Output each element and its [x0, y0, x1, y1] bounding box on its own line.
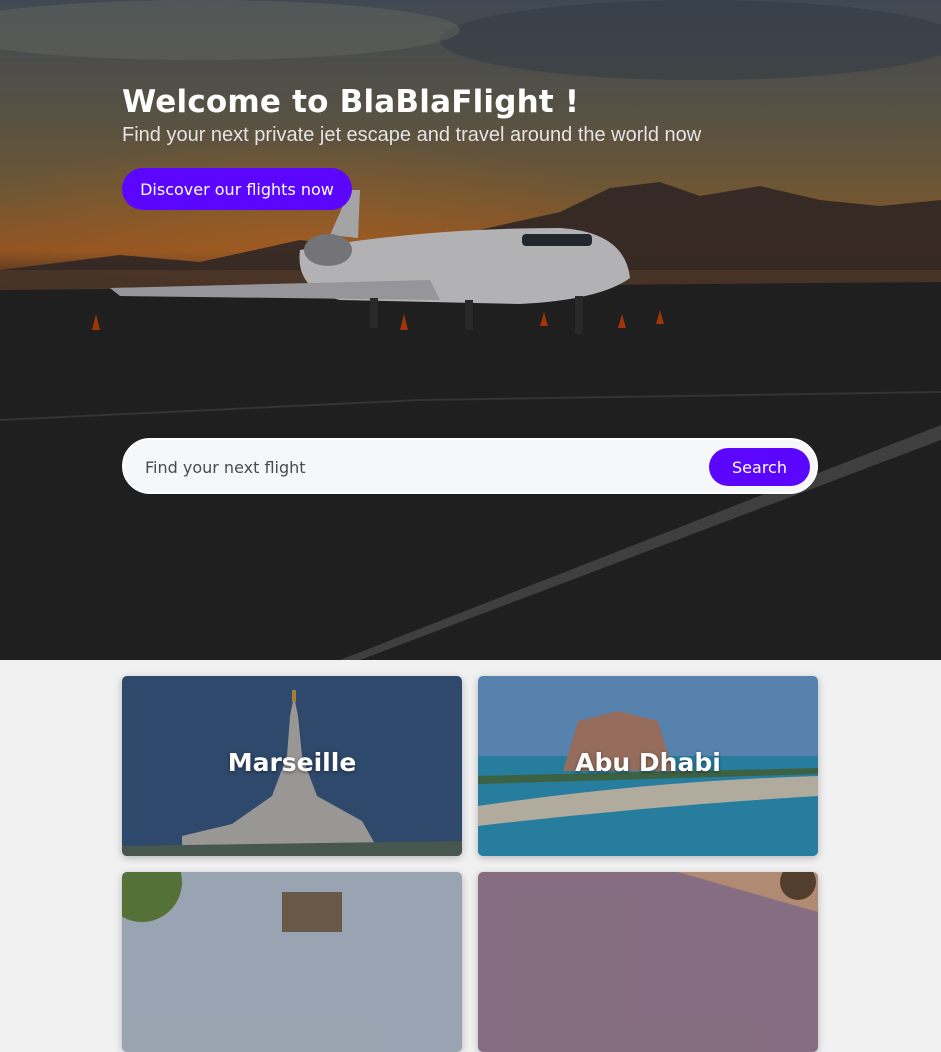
search-bar: Search	[122, 438, 818, 494]
destination-card-abu-dhabi[interactable]: Abu Dhabi	[478, 676, 818, 856]
search-input[interactable]	[143, 451, 707, 483]
card-overlay	[478, 872, 818, 1052]
hero-banner: Welcome to BlaBlaFlight ! Find your next…	[0, 0, 941, 660]
hero-subtitle: Find your next private jet escape and tr…	[122, 124, 702, 146]
discover-flights-button[interactable]: Discover our flights now	[122, 168, 352, 210]
destination-label: Abu Dhabi	[575, 748, 721, 777]
destination-card[interactable]	[122, 872, 462, 1052]
destination-card[interactable]	[478, 872, 818, 1052]
destination-label: Marseille	[227, 748, 357, 777]
hero-title: Welcome to BlaBlaFlight !	[122, 84, 580, 120]
card-overlay	[122, 872, 462, 1052]
destination-card-marseille[interactable]: Marseille	[122, 676, 462, 856]
search-button[interactable]: Search	[709, 448, 810, 486]
